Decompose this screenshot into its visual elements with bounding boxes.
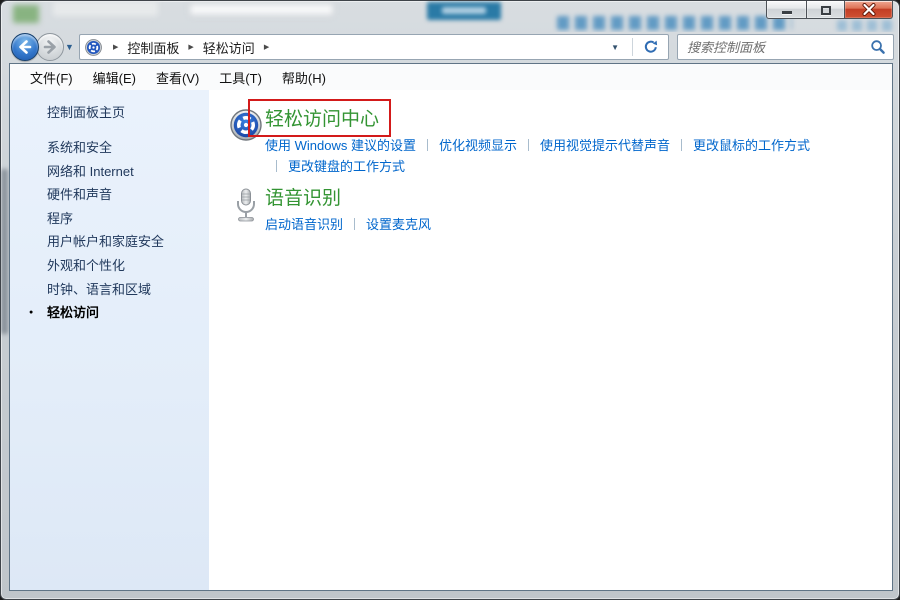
link-separator <box>528 139 529 151</box>
sidebar-item-label: 轻松访问 <box>47 305 99 320</box>
menu-view[interactable]: 查看(V) <box>146 65 209 90</box>
ease-of-access-center-icon[interactable] <box>229 108 262 177</box>
maximize-button[interactable] <box>806 1 845 19</box>
explorer-window: ▼ ▶ 控制面板 ▶ 轻松访问 ▶ ▼ <box>0 0 900 600</box>
task-link-change-keyboard-behavior[interactable]: 更改键盘的工作方式 <box>288 156 405 177</box>
task-link-set-up-microphone[interactable]: 设置麦克风 <box>366 214 431 235</box>
breadcrumb-item-ease-of-access[interactable]: 轻松访问 <box>203 38 255 57</box>
background-blur-blue-text <box>557 16 792 30</box>
search-icon <box>870 39 886 55</box>
sidebar-item-ease-of-access[interactable]: ● 轻松访问 <box>10 301 209 325</box>
sidebar-item-programs[interactable]: 程序 <box>10 207 209 231</box>
task-links: 启动语音识别 设置麦克风 <box>265 214 825 235</box>
sidebar-item-control-panel-home[interactable]: 控制面板主页 <box>10 99 209 124</box>
address-bar-group: ▶ 控制面板 ▶ 轻松访问 ▶ ▼ <box>79 34 669 60</box>
close-icon <box>861 3 877 16</box>
task-link-start-speech-recognition[interactable]: 启动语音识别 <box>265 214 343 235</box>
section-speech-recognition: 语音识别 启动语音识别 设置麦克风 <box>229 187 892 235</box>
task-links: 使用 Windows 建议的设置 优化视频显示 使用视觉提示代替声音 更改鼠标的工作方… <box>265 135 825 177</box>
sidebar: 控制面板主页 系统和安全 网络和 Internet 硬件和声音 程序 用户帐户和… <box>10 90 209 590</box>
background-blur-green <box>13 5 39 23</box>
minimize-icon <box>782 11 792 14</box>
active-item-bullet-icon: ● <box>29 301 33 325</box>
link-separator <box>427 139 428 151</box>
background-blur-left-edge <box>1 169 8 334</box>
minimize-button[interactable] <box>766 1 807 19</box>
breadcrumb-arrow-icon[interactable]: ▶ <box>179 43 202 51</box>
task-link-recommended-settings[interactable]: 使用 Windows 建议的设置 <box>265 135 416 156</box>
breadcrumb-arrow-icon[interactable]: ▶ <box>255 43 278 51</box>
task-link-optimize-visual-display[interactable]: 优化视频显示 <box>439 135 517 156</box>
recent-pages-dropdown-icon[interactable]: ▼ <box>65 42 74 52</box>
background-blur-button-text <box>442 7 486 14</box>
address-dropdown-icon[interactable]: ▼ <box>603 43 627 52</box>
sidebar-item-appearance[interactable]: 外观和个性化 <box>10 254 209 278</box>
refresh-button[interactable] <box>633 35 668 59</box>
search-box <box>677 34 894 60</box>
sidebar-item-network-internet[interactable]: 网络和 Internet <box>10 160 209 184</box>
titlebar[interactable] <box>1 1 899 32</box>
breadcrumb-item-control-panel[interactable]: 控制面板 <box>127 38 179 57</box>
menu-bar: 文件(F) 编辑(E) 查看(V) 工具(T) 帮助(H) <box>10 64 892 90</box>
address-bar[interactable]: ▶ 控制面板 ▶ 轻松访问 ▶ ▼ <box>80 35 632 59</box>
client-area: 文件(F) 编辑(E) 查看(V) 工具(T) 帮助(H) 控制面板主页 系统和… <box>9 63 893 591</box>
back-arrow-icon <box>15 37 35 57</box>
background-blur-window <box>53 1 158 16</box>
forward-arrow-icon <box>40 37 60 57</box>
ease-of-access-icon <box>85 39 102 56</box>
speech-recognition-heading[interactable]: 语音识别 <box>265 187 825 211</box>
sidebar-item-clock-language[interactable]: 时钟、语言和区域 <box>10 278 209 302</box>
microphone-icon[interactable] <box>229 187 262 235</box>
task-link-change-mouse-behavior[interactable]: 更改鼠标的工作方式 <box>693 135 810 156</box>
content-area: 控制面板主页 系统和安全 网络和 Internet 硬件和声音 程序 用户帐户和… <box>10 90 892 590</box>
sidebar-item-hardware-sound[interactable]: 硬件和声音 <box>10 183 209 207</box>
menu-file[interactable]: 文件(F) <box>20 65 83 90</box>
maximize-icon <box>821 6 831 15</box>
link-separator <box>276 160 277 172</box>
section-body: 语音识别 启动语音识别 设置麦克风 <box>265 187 825 235</box>
refresh-icon <box>643 39 659 55</box>
menu-edit[interactable]: 编辑(E) <box>83 65 146 90</box>
back-button[interactable] <box>11 33 39 61</box>
breadcrumb-arrow-icon[interactable]: ▶ <box>104 43 127 51</box>
caption-buttons <box>767 1 893 19</box>
task-link-visual-cues-for-sounds[interactable]: 使用视觉提示代替声音 <box>540 135 670 156</box>
ease-of-access-center-heading[interactable]: 轻松访问中心 <box>265 108 825 132</box>
main-panel: 轻松访问中心 使用 Windows 建议的设置优化视频显示使用视觉提示代替声音更… <box>209 90 892 590</box>
menu-tools[interactable]: 工具(T) <box>209 65 272 90</box>
section-ease-of-access-center: 轻松访问中心 使用 Windows 建议的设置优化视频显示使用视觉提示代替声音更… <box>229 108 892 177</box>
search-input[interactable] <box>685 39 870 56</box>
link-separator <box>681 139 682 151</box>
sidebar-item-system-security[interactable]: 系统和安全 <box>10 136 209 160</box>
background-blur-blue-text-2 <box>837 20 895 31</box>
background-blur-textbox <box>189 3 334 16</box>
menu-help[interactable]: 帮助(H) <box>272 65 336 90</box>
sidebar-item-user-accounts[interactable]: 用户帐户和家庭安全 <box>10 230 209 254</box>
close-button[interactable] <box>844 1 893 19</box>
link-separator <box>354 218 355 230</box>
section-body: 轻松访问中心 使用 Windows 建议的设置优化视频显示使用视觉提示代替声音更… <box>265 108 825 177</box>
forward-button[interactable] <box>36 33 64 61</box>
